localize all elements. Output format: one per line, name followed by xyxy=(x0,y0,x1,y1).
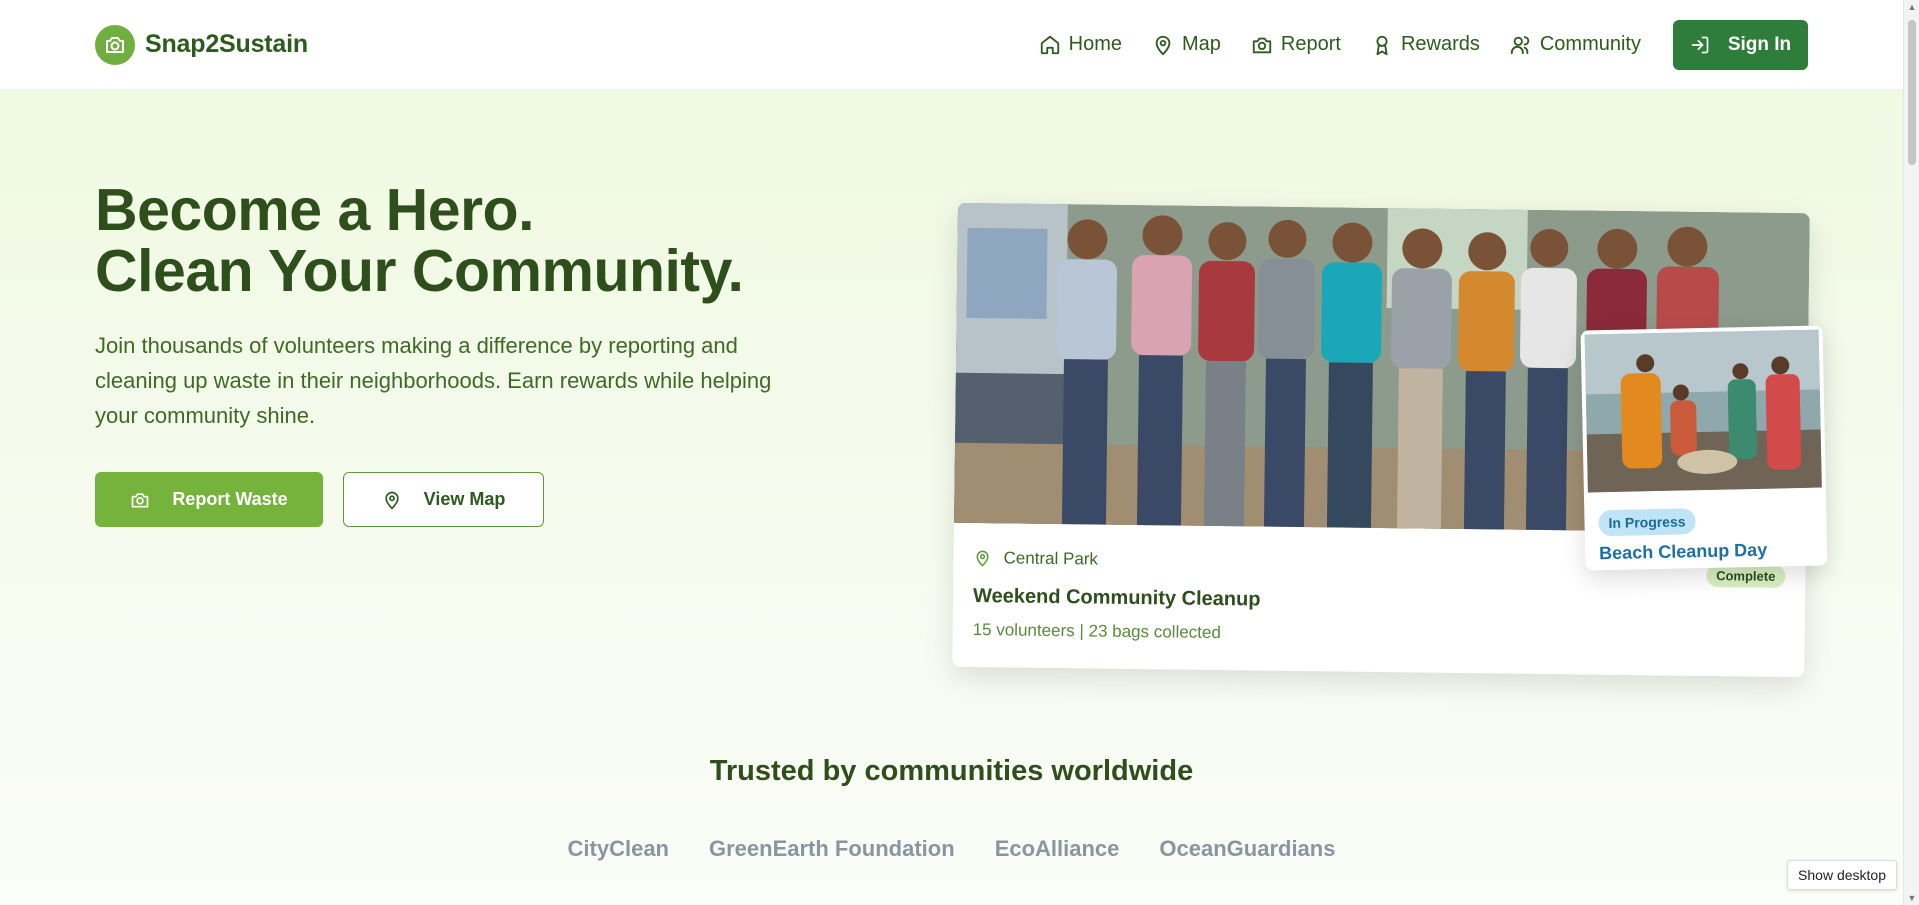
report-waste-label: Report Waste xyxy=(172,489,288,509)
beach-photo xyxy=(1584,329,1822,493)
partner-logo-ecoalliance: EcoAlliance xyxy=(994,836,1120,861)
partner-logo-greenearth: GreenEarth Foundation xyxy=(709,836,955,861)
camera-icon xyxy=(131,492,149,507)
log-in-icon xyxy=(1691,36,1709,53)
sign-in-label: Sign In xyxy=(1727,33,1792,55)
hero-title: Become a Hero. Clean Your Community. xyxy=(95,177,744,304)
sign-in-button[interactable]: Sign In xyxy=(1673,19,1808,70)
card-stats: 15 volunteers | 23 bags collected xyxy=(972,620,1222,643)
overlay-card-title: Beach Cleanup Day xyxy=(1598,539,1768,564)
partner-logo-oceanguardians: OceanGuardians xyxy=(1159,836,1336,861)
top-navbar: Snap2Sustain Home Map Report Rewards Com… xyxy=(0,0,1903,90)
home-icon xyxy=(1040,35,1059,54)
map-pin-icon xyxy=(384,491,399,509)
camera-icon xyxy=(95,24,135,65)
scroll-up-arrow-icon[interactable]: ▲ xyxy=(1907,2,1917,12)
nav-community-label: Community xyxy=(1539,33,1641,55)
report-waste-button[interactable]: Report Waste xyxy=(95,472,323,527)
card-location: Central Park xyxy=(973,548,1098,570)
hero-subtitle: Join thousands of volunteers making a di… xyxy=(95,333,772,428)
nav-rewards-label: Rewards xyxy=(1400,33,1480,55)
map-pin-icon xyxy=(976,550,989,567)
hero-title-line1: Become a Hero. xyxy=(95,177,534,243)
beach-cleanup-card[interactable]: In Progress Beach Cleanup Day xyxy=(1580,325,1828,571)
nav-home-label: Home xyxy=(1068,33,1122,55)
nav-rewards[interactable]: Rewards xyxy=(1371,33,1480,56)
partner-logos: CityClean GreenEarth Foundation EcoAllia… xyxy=(0,836,1903,862)
card-location-label: Central Park xyxy=(1003,548,1099,569)
nav-map[interactable]: Map xyxy=(1152,33,1221,56)
card-title: Weekend Community Cleanup xyxy=(972,585,1261,611)
nav-map-label: Map xyxy=(1182,33,1221,55)
beach-illustration xyxy=(1584,329,1822,493)
brand-name: Snap2Sustain xyxy=(145,30,308,58)
brand[interactable]: Snap2Sustain xyxy=(95,24,308,65)
main-nav: Home Map Report Rewards Community Sign I… xyxy=(1039,19,1808,70)
hero-title-line2: Clean Your Community. xyxy=(95,238,744,304)
trusted-title: Trusted by communities worldwide xyxy=(709,755,1194,787)
status-badge-in-progress: In Progress xyxy=(1598,508,1696,537)
nav-community[interactable]: Community xyxy=(1510,33,1641,56)
page-scrollbar[interactable]: ▲ ▼ xyxy=(1903,0,1919,905)
show-desktop-tooltip: Show desktop xyxy=(1787,860,1897,890)
scroll-down-arrow-icon[interactable]: ▼ xyxy=(1907,893,1917,903)
camera-icon xyxy=(1252,37,1272,53)
nav-home[interactable]: Home xyxy=(1039,33,1122,56)
partner-logo-cityclean: CityClean xyxy=(567,836,669,861)
scroll-thumb[interactable] xyxy=(1908,20,1916,165)
users-icon xyxy=(1510,35,1530,54)
map-pin-icon xyxy=(1155,35,1171,55)
award-icon xyxy=(1376,35,1388,55)
nav-report-label: Report xyxy=(1280,33,1341,55)
view-map-label: View Map xyxy=(423,489,506,509)
nav-report[interactable]: Report xyxy=(1251,33,1341,56)
view-map-button[interactable]: View Map xyxy=(343,472,544,527)
